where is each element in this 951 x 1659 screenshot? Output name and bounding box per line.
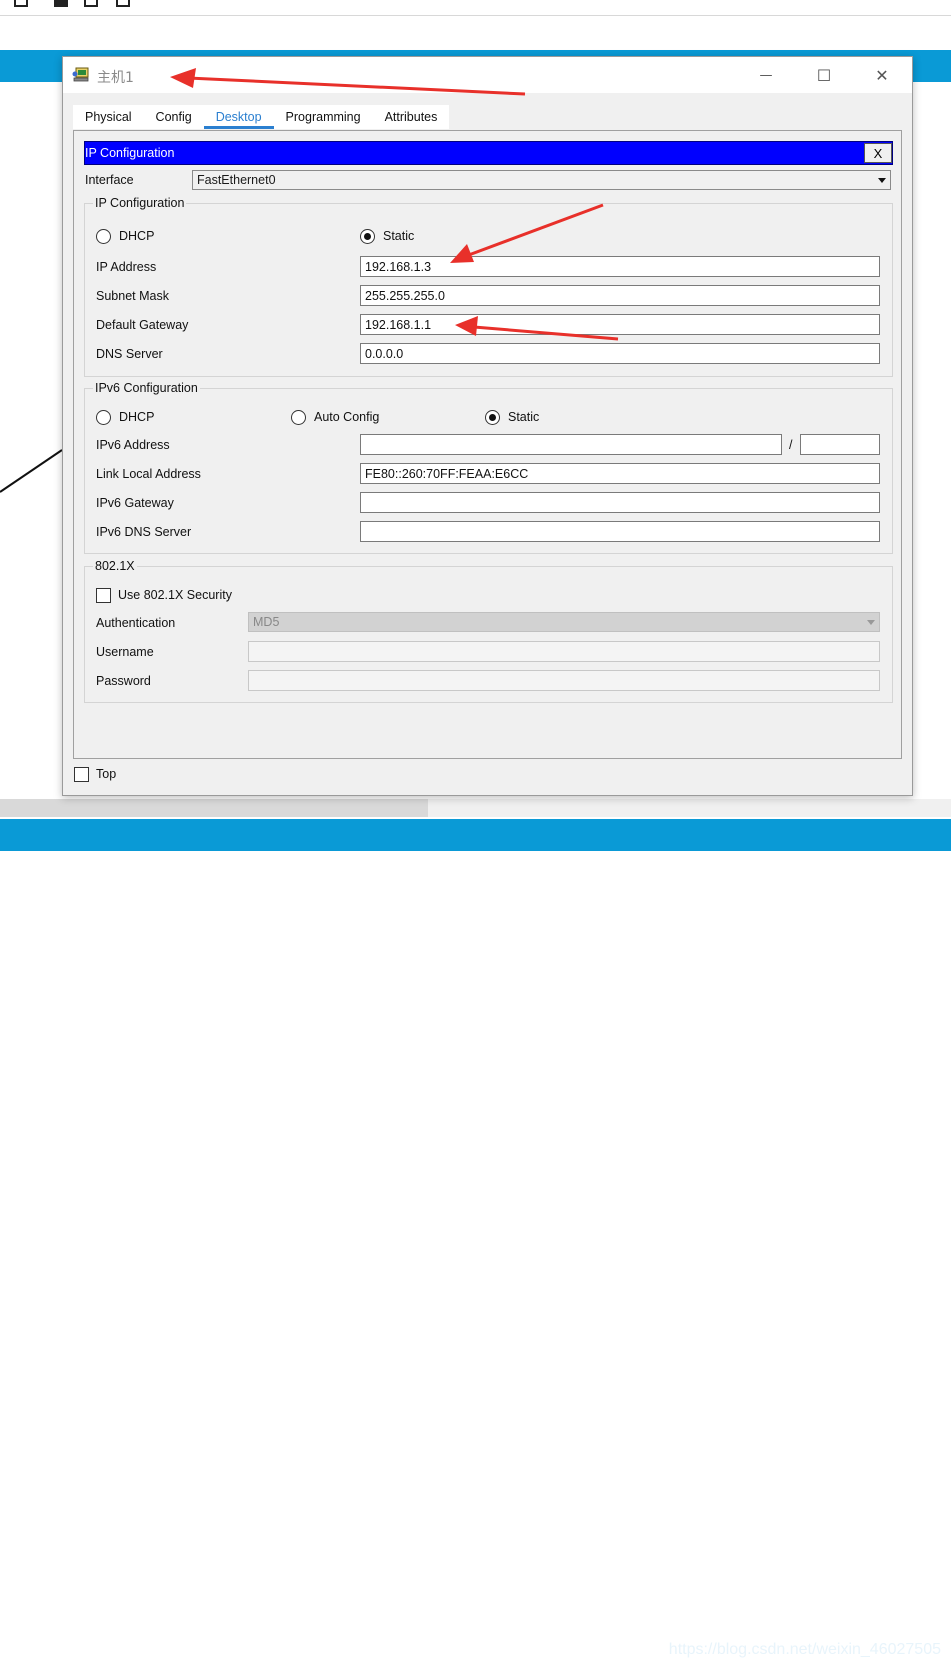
authentication-label: Authentication [96, 616, 176, 630]
ipv6-address-label: IPv6 Address [96, 438, 170, 452]
authentication-value: MD5 [253, 615, 280, 629]
toolbar-icon-4[interactable] [116, 0, 130, 7]
ipv6-static-radio[interactable] [485, 410, 500, 425]
interface-value: FastEthernet0 [197, 173, 276, 187]
app-toolbar [0, 0, 951, 16]
chevron-down-icon [878, 178, 886, 183]
horizontal-scrollbar-thumb[interactable] [0, 799, 428, 817]
ipv6-dns-server-input[interactable] [360, 521, 880, 542]
network-link-line [0, 449, 63, 493]
top-label: Top [96, 767, 117, 781]
interface-select[interactable]: FastEthernet0 [192, 170, 891, 190]
tab-physical[interactable]: Physical [73, 105, 144, 129]
host-dialog: 主机1 — ☐ ✕ Physical Config Desktop Progra… [62, 56, 913, 796]
dialog-title: 主机1 [97, 70, 134, 86]
ipv6-dns-server-label: IPv6 DNS Server [96, 525, 192, 539]
tab-programming[interactable]: Programming [274, 105, 373, 129]
close-window-button[interactable]: ✕ [853, 57, 911, 93]
minimize-button[interactable]: — [737, 57, 795, 93]
dns-server-input[interactable]: 0.0.0.0 [360, 343, 880, 364]
ipv4-group-title: IP Configuration [93, 196, 187, 210]
watermark-text: https://blog.csdn.net/weixin_46027505 [668, 1641, 941, 1658]
tab-desktop[interactable]: Desktop [203, 105, 274, 129]
ip-config-close-button[interactable]: X [864, 143, 892, 163]
ipv4-static-label: Static [383, 229, 415, 243]
ipv4-dhcp-label: DHCP [119, 229, 155, 243]
desktop-tab-panel: IP Configuration X Interface FastEtherne… [73, 130, 902, 759]
default-gateway-label: Default Gateway [96, 318, 189, 332]
dns-server-label: DNS Server [96, 347, 163, 361]
ipv6-static-label: Static [508, 410, 540, 424]
ipv6-group-title: IPv6 Configuration [93, 381, 200, 395]
tab-bar: Physical Config Desktop Programming Attr… [73, 105, 450, 129]
ipv4-static-radio[interactable] [360, 229, 375, 244]
ipv6-gateway-input[interactable] [360, 492, 880, 513]
close-icon: ✕ [875, 65, 889, 85]
use-dot1x-security-label: Use 802.1X Security [118, 588, 232, 602]
tab-config[interactable]: Config [144, 105, 204, 129]
password-label: Password [96, 674, 151, 688]
toolbar-icon-3[interactable] [84, 0, 98, 7]
interface-label: Interface [85, 173, 134, 187]
toolbar-icon-1[interactable] [14, 0, 28, 7]
ipv6-auto-config-label: Auto Config [314, 410, 380, 424]
ipv6-auto-config-radio[interactable] [291, 410, 306, 425]
ipv6-address-input[interactable] [360, 434, 782, 455]
subnet-mask-label: Subnet Mask [96, 289, 169, 303]
default-gateway-input[interactable]: 192.168.1.1 [360, 314, 880, 335]
ipv6-dhcp-label: DHCP [119, 410, 155, 424]
ip-configuration-title: IP Configuration [85, 146, 175, 160]
ipv6-gateway-label: IPv6 Gateway [96, 496, 174, 510]
ipv6-dhcp-radio[interactable] [96, 410, 111, 425]
dot1x-group-title: 802.1X [93, 559, 137, 573]
password-input[interactable] [248, 670, 880, 691]
link-local-address-label: Link Local Address [96, 467, 201, 481]
username-label: Username [96, 645, 154, 659]
minimize-icon: — [759, 67, 773, 83]
prefix-separator: / [789, 438, 793, 452]
toolbar-icon-2[interactable] [54, 0, 68, 7]
use-dot1x-security-checkbox[interactable] [96, 588, 111, 603]
maximize-button[interactable]: ☐ [795, 57, 853, 93]
subnet-mask-input[interactable]: 255.255.255.0 [360, 285, 880, 306]
authentication-select[interactable]: MD5 [248, 612, 880, 632]
host-app-icon [72, 67, 89, 82]
ip-address-label: IP Address [96, 260, 157, 274]
chevron-down-icon [867, 620, 875, 625]
ip-address-input[interactable]: 192.168.1.3 [360, 256, 880, 277]
app-bottom-bar: https://blog.csdn.net/weixin_46027505 [0, 819, 951, 1658]
ip-configuration-header: IP Configuration X [84, 141, 893, 165]
username-input[interactable] [248, 641, 880, 662]
ipv6-prefix-input[interactable] [800, 434, 880, 455]
dialog-titlebar[interactable]: 主机1 — ☐ ✕ [63, 57, 912, 93]
tab-attributes[interactable]: Attributes [373, 105, 450, 129]
ipv4-dhcp-radio[interactable] [96, 229, 111, 244]
maximize-icon: ☐ [816, 65, 832, 85]
top-checkbox[interactable] [74, 767, 89, 782]
horizontal-scrollbar-track[interactable] [428, 799, 951, 817]
link-local-address-input[interactable]: FE80::260:70FF:FEAA:E6CC [360, 463, 880, 484]
